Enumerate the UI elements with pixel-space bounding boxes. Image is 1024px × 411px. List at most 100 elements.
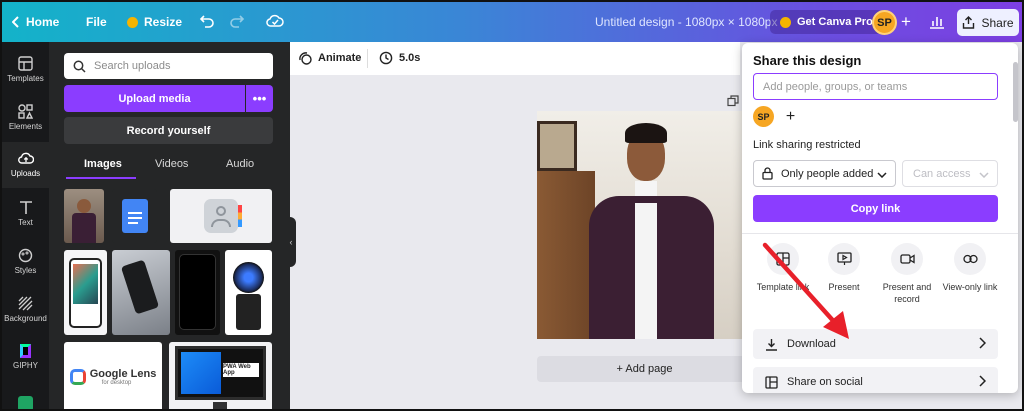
chevron-left-icon: ‹ — [289, 237, 293, 247]
upload-thumbnail[interactable]: Google Lens for desktop — [64, 342, 162, 409]
access-select[interactable]: Only people added — [753, 160, 896, 187]
resize-button[interactable]: Resize — [127, 15, 182, 29]
present-and-record-option[interactable]: Present and record — [874, 243, 940, 305]
google-lens-title: Google Lens — [89, 368, 157, 380]
rail-item-label: GIPHY — [13, 361, 38, 370]
search-input[interactable]: Search uploads — [64, 53, 273, 79]
file-menu[interactable]: File — [86, 15, 107, 29]
option-label: Present and record — [882, 282, 932, 304]
rail-item-background[interactable]: Background — [2, 286, 49, 332]
cloud-check-icon — [266, 14, 284, 27]
text-icon — [19, 200, 32, 214]
share-title: Share this design — [753, 53, 862, 68]
clock-icon — [379, 51, 393, 65]
collaborator-avatar[interactable]: SP — [753, 106, 774, 127]
upload-thumbnail[interactable] — [170, 189, 272, 243]
upload-thumbnail[interactable]: PWA Web App — [169, 342, 272, 409]
rail-item-templates[interactable]: Templates — [2, 46, 49, 92]
rail-item-label: Background — [4, 313, 47, 323]
animate-label: Animate — [318, 52, 362, 64]
scrollbar-thumb[interactable] — [1013, 62, 1018, 122]
share-on-social-row[interactable]: Share on social — [753, 367, 998, 393]
share-button[interactable]: Share — [957, 9, 1019, 36]
tab-videos[interactable]: Videos — [155, 158, 188, 170]
rail-item-uploads[interactable]: Uploads — [2, 142, 49, 188]
add-page-button[interactable]: + Add page — [537, 356, 752, 382]
elements-icon — [18, 103, 33, 119]
tab-audio[interactable]: Audio — [226, 158, 254, 170]
rail-item-text[interactable]: Text — [2, 190, 49, 236]
editor-toolbar: Animate 5.0s — [290, 42, 740, 75]
google-docs-icon — [121, 199, 148, 233]
share-on-social-label: Share on social — [787, 376, 863, 388]
resize-label: Resize — [144, 15, 183, 29]
rail-item-giphy[interactable]: GIPHY — [2, 334, 49, 380]
cloud-save-button[interactable] — [266, 13, 284, 29]
view-only-link-option[interactable]: View-only link — [937, 243, 1003, 293]
rail-item-label: Templates — [7, 73, 44, 83]
top-bar: Home File Resize Untitled design - 1080p… — [2, 2, 1022, 42]
rail-item-label: Styles — [14, 265, 37, 275]
rail-item-elements[interactable]: Elements — [2, 94, 49, 140]
google-lens-icon — [69, 369, 86, 385]
upload-thumbnail[interactable] — [64, 189, 104, 243]
tab-images[interactable]: Images — [84, 158, 122, 170]
uploads-panel: Search uploads Upload media ••• Record y… — [49, 42, 290, 409]
user-avatar[interactable]: SP — [872, 10, 897, 35]
upload-thumbnail[interactable] — [64, 250, 107, 335]
chevron-down-icon — [877, 172, 887, 178]
social-icon — [765, 375, 778, 389]
background-icon — [18, 296, 33, 310]
link-icon — [962, 254, 978, 264]
home-button[interactable]: Home — [12, 15, 59, 29]
share-upload-icon — [963, 16, 975, 29]
web-app-label: PWA Web App — [223, 363, 259, 377]
annotation-arrow-icon — [762, 242, 849, 339]
chevron-down-icon — [979, 172, 989, 178]
copy-link-button[interactable]: Copy link — [753, 195, 998, 222]
add-collaborator-button[interactable]: + — [901, 12, 911, 32]
undo-button[interactable] — [199, 14, 215, 28]
duration-label: 5.0s — [399, 52, 421, 64]
upload-thumbnail[interactable] — [112, 189, 157, 243]
file-label: File — [86, 15, 107, 29]
people-input[interactable]: Add people, groups, or teams — [753, 73, 998, 100]
permission-select[interactable]: Can access — [902, 160, 998, 187]
google-lens-subtitle: for desktop — [101, 380, 132, 386]
record-yourself-button[interactable]: Record yourself — [64, 117, 273, 144]
duplicate-page-button[interactable] — [727, 94, 739, 112]
add-person-button[interactable]: + — [780, 106, 801, 127]
upload-thumbnail[interactable] — [175, 250, 220, 335]
animate-button[interactable]: Animate — [298, 51, 361, 65]
toolbar-divider — [367, 49, 368, 68]
permission-value: Can access — [913, 167, 971, 180]
option-label: View-only link — [942, 282, 998, 292]
rail-item-more-app[interactable] — [2, 380, 49, 409]
plus-icon: + — [901, 12, 911, 31]
collapse-panel-handle[interactable]: ‹ — [286, 217, 296, 267]
upload-thumbnail[interactable] — [112, 250, 170, 335]
design-title[interactable]: Untitled design - 1080px × 1080px — [595, 15, 777, 29]
upload-cloud-icon — [17, 152, 34, 164]
design-page-photo[interactable] — [537, 111, 752, 339]
upload-thumbnail[interactable] — [225, 250, 272, 335]
lock-icon — [762, 167, 773, 180]
upload-media-button[interactable]: Upload media — [64, 85, 245, 112]
chevron-right-icon — [979, 375, 986, 387]
redo-icon — [230, 15, 245, 28]
upload-more-button[interactable]: ••• — [246, 85, 273, 112]
home-label: Home — [26, 15, 60, 29]
app-icon — [18, 395, 33, 409]
contacts-icon — [204, 199, 242, 233]
search-placeholder: Search uploads — [94, 60, 171, 72]
redo-button[interactable] — [229, 14, 245, 28]
palette-icon — [18, 248, 33, 262]
get-pro-button[interactable]: Get Canva Pro — [770, 10, 883, 34]
insights-button[interactable] — [929, 14, 945, 29]
giphy-icon — [20, 344, 31, 358]
link-sharing-label: Link sharing restricted — [753, 139, 861, 151]
duration-button[interactable]: 5.0s — [379, 51, 420, 65]
app-window: Home File Resize Untitled design - 1080p… — [0, 0, 1024, 411]
rail-item-styles[interactable]: Styles — [2, 238, 49, 284]
get-pro-label: Get Canva Pro — [797, 16, 873, 28]
